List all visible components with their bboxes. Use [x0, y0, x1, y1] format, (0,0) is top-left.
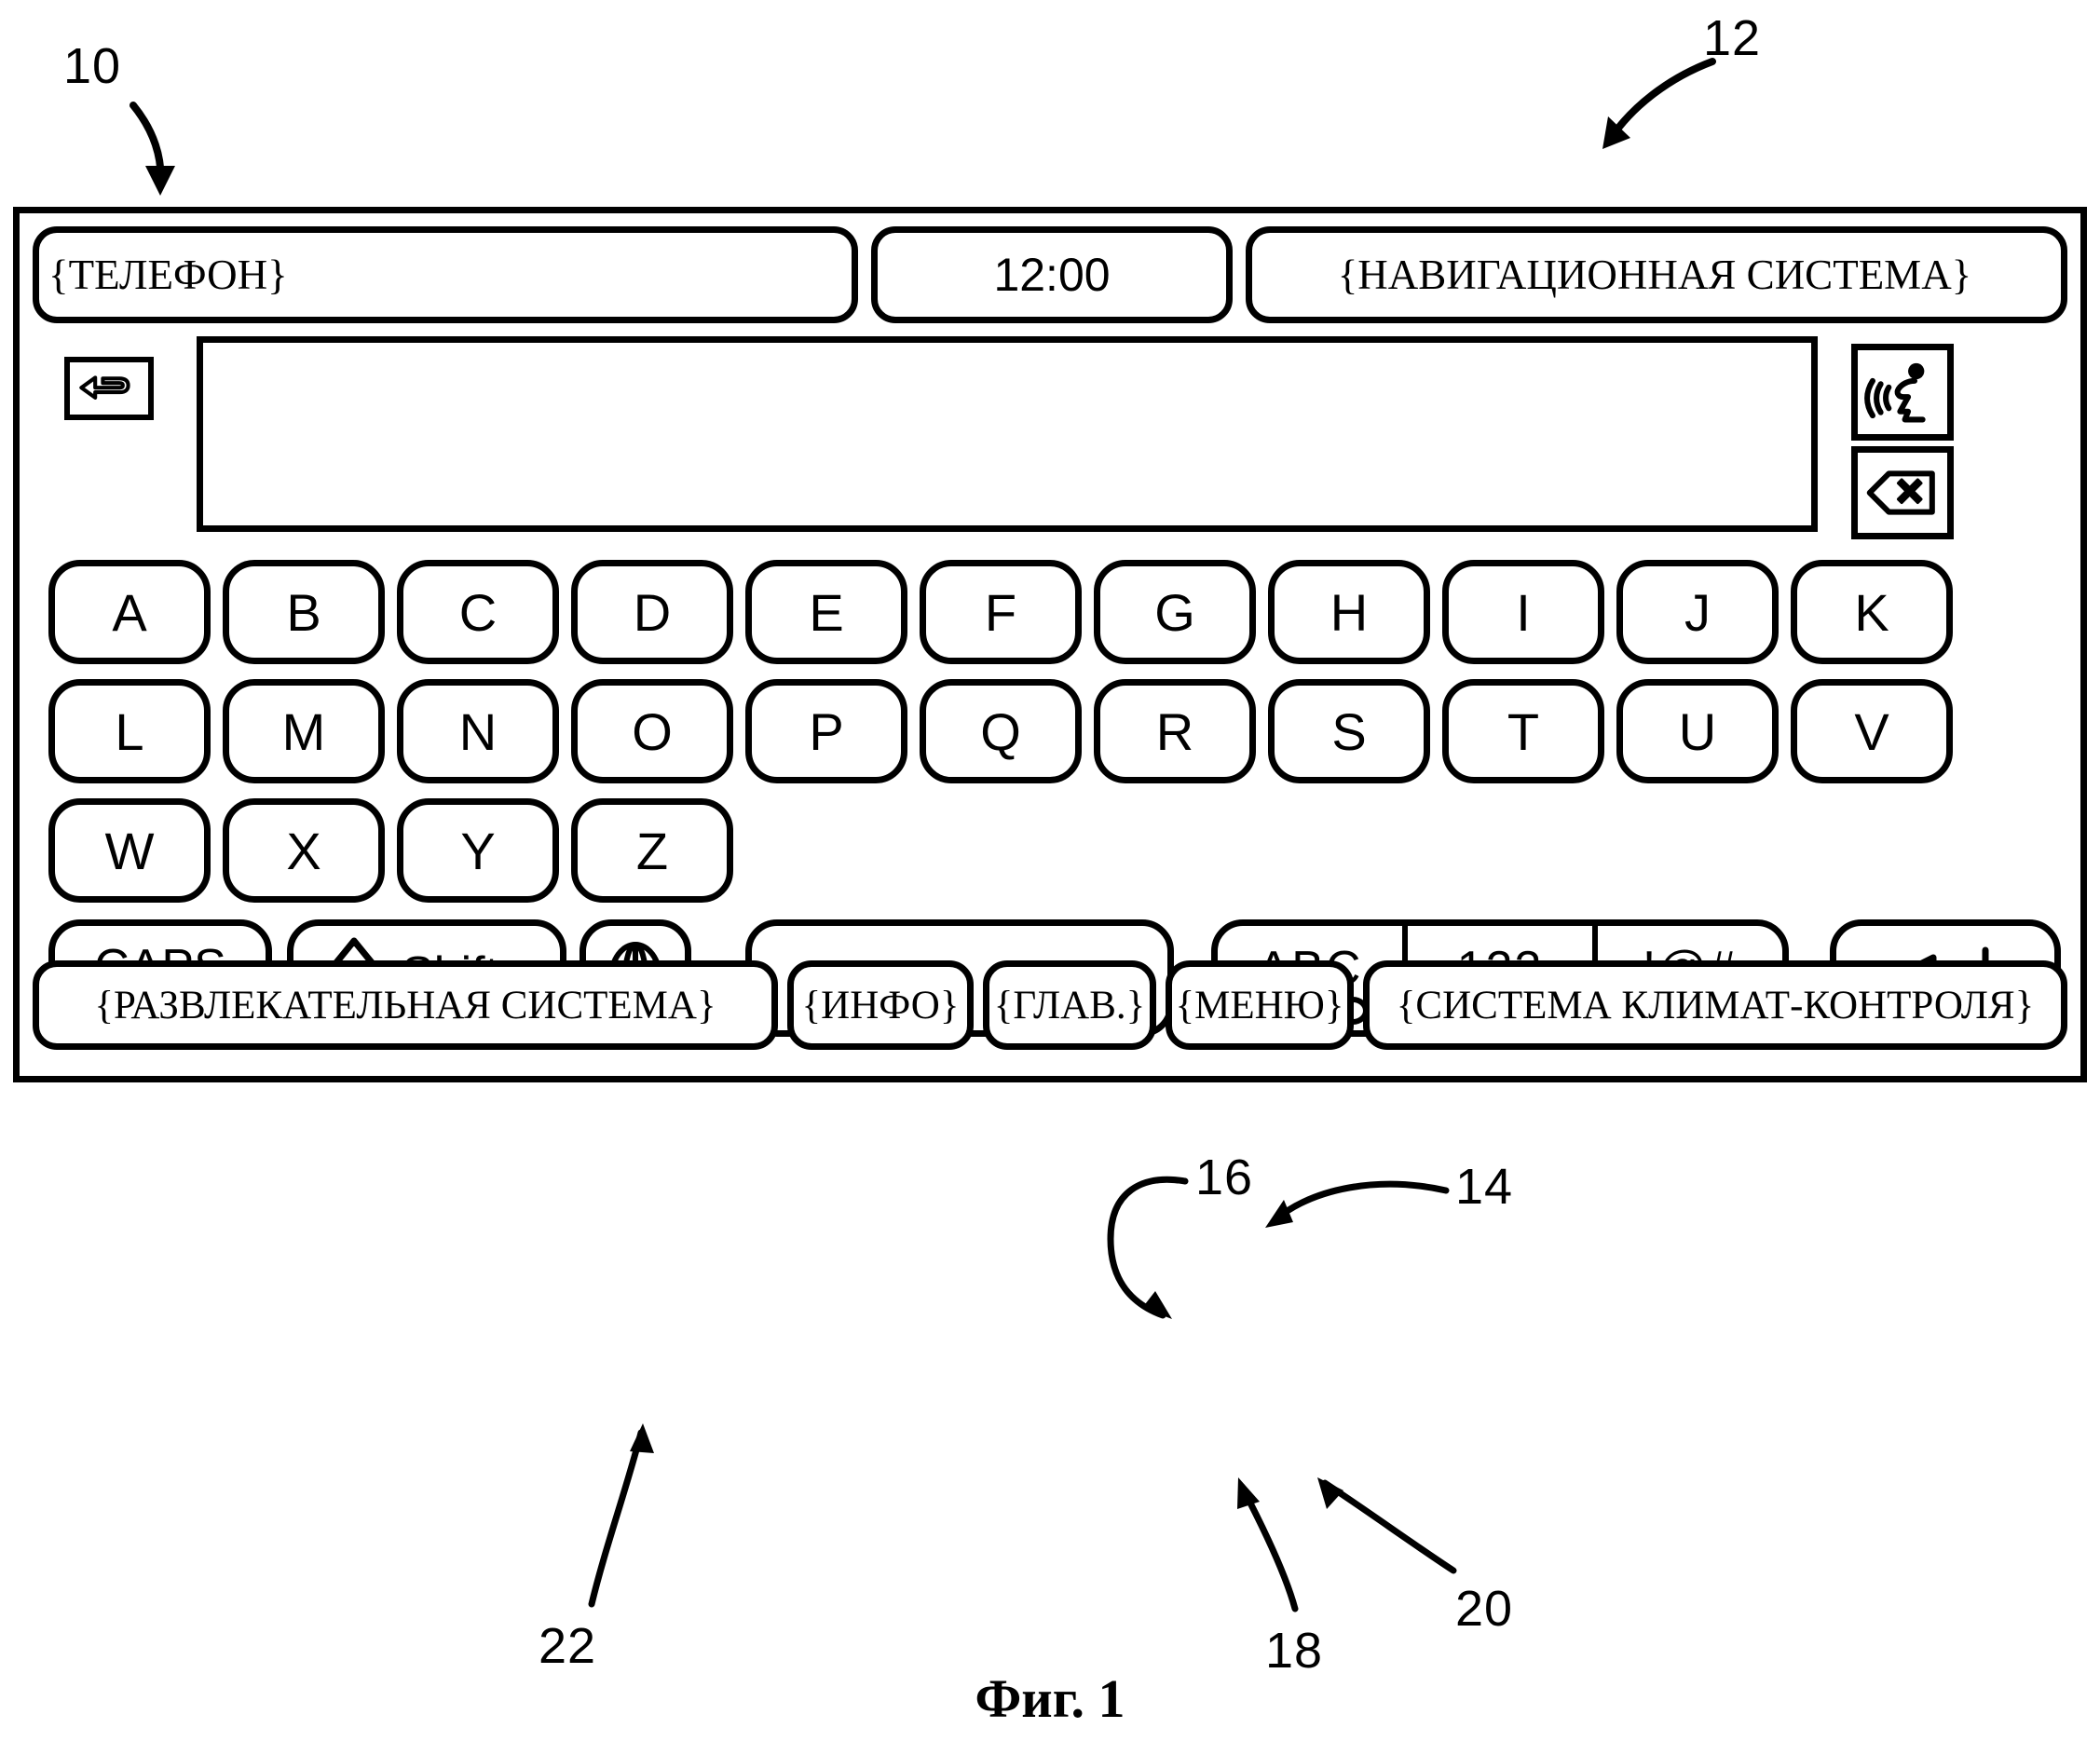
- tab-home[interactable]: {ГЛАВ.}: [983, 960, 1156, 1050]
- key-z[interactable]: Z: [571, 798, 733, 903]
- tab-phone-label: {ТЕЛЕФОН}: [48, 252, 288, 298]
- tab-menu[interactable]: {МЕНЮ}: [1166, 960, 1354, 1050]
- patent-figure: 10 12 16 14 22 18 20 {ТЕЛЕФОН} 12:00 {НА…: [0, 0, 2100, 1755]
- key-u[interactable]: U: [1616, 679, 1779, 783]
- key-i[interactable]: I: [1442, 560, 1604, 664]
- key-g[interactable]: G: [1094, 560, 1256, 664]
- tab-entertainment-system[interactable]: {РАЗВЛЕКАТЕЛЬНАЯ СИСТЕМА}: [33, 960, 778, 1050]
- key-t[interactable]: T: [1442, 679, 1604, 783]
- callout-14: 14: [1455, 1159, 1514, 1215]
- tab-entertainment-label: {РАЗВЛЕКАТЕЛЬНАЯ СИСТЕМА}: [94, 983, 716, 1027]
- key-e[interactable]: E: [745, 560, 907, 664]
- tab-navigation-label: {НАВИГАЦИОННАЯ СИСТЕМА}: [1337, 252, 1972, 298]
- key-l[interactable]: L: [48, 679, 211, 783]
- voice-input-icon: [1864, 362, 1926, 423]
- key-d[interactable]: D: [571, 560, 733, 664]
- key-k[interactable]: K: [1791, 560, 1953, 664]
- keyboard-row-2: L M N O P Q R S T U V: [48, 679, 1953, 783]
- key-b[interactable]: B: [223, 560, 385, 664]
- key-n[interactable]: N: [397, 679, 559, 783]
- tab-info-label: {ИНФО}: [801, 983, 960, 1027]
- key-j[interactable]: J: [1616, 560, 1779, 664]
- callout-16: 16: [1195, 1150, 1254, 1205]
- tab-climate-label: {СИСТЕМА КЛИМАТ-КОНТРОЛЯ}: [1396, 983, 2035, 1027]
- back-arrow-button[interactable]: [64, 357, 154, 420]
- key-x[interactable]: X: [223, 798, 385, 903]
- key-p[interactable]: P: [745, 679, 907, 783]
- clock-display: 12:00: [871, 226, 1233, 323]
- backspace-delete-icon: [1866, 470, 1935, 515]
- key-v[interactable]: V: [1791, 679, 1953, 783]
- key-r[interactable]: R: [1094, 679, 1256, 783]
- key-w[interactable]: W: [48, 798, 211, 903]
- key-h[interactable]: H: [1268, 560, 1430, 664]
- keyboard-row-3: W X Y Z: [48, 798, 733, 903]
- tab-menu-label: {МЕНЮ}: [1175, 983, 1344, 1027]
- backspace-delete-button[interactable]: [1851, 446, 1954, 539]
- key-f[interactable]: F: [920, 560, 1082, 664]
- top-status-bar: {ТЕЛЕФОН} 12:00 {НАВИГАЦИОННАЯ СИСТЕМА}: [33, 226, 2067, 323]
- tab-navigation-system[interactable]: {НАВИГАЦИОННАЯ СИСТЕМА}: [1246, 226, 2067, 323]
- bottom-tab-bar: {РАЗВЛЕКАТЕЛЬНАЯ СИСТЕМА} {ИНФО} {ГЛАВ.}…: [33, 960, 2067, 1050]
- tab-info[interactable]: {ИНФО}: [787, 960, 974, 1050]
- text-input-field[interactable]: [197, 336, 1818, 532]
- back-arrow-icon: [79, 375, 130, 400]
- key-c[interactable]: C: [397, 560, 559, 664]
- key-m[interactable]: M: [223, 679, 385, 783]
- tab-home-label: {ГЛАВ.}: [993, 983, 1146, 1027]
- text-entry-row: [64, 336, 2041, 539]
- key-a[interactable]: A: [48, 560, 211, 664]
- key-q[interactable]: Q: [920, 679, 1082, 783]
- callout-20: 20: [1455, 1581, 1514, 1637]
- voice-input-button[interactable]: [1851, 344, 1954, 441]
- head-unit-display: {ТЕЛЕФОН} 12:00 {НАВИГАЦИОННАЯ СИСТЕМА}: [13, 207, 2087, 1082]
- tab-climate-control-system[interactable]: {СИСТЕМА КЛИМАТ-КОНТРОЛЯ}: [1363, 960, 2067, 1050]
- key-o[interactable]: O: [571, 679, 733, 783]
- figure-caption: Фиг. 1: [975, 1668, 1125, 1729]
- callout-10: 10: [63, 38, 122, 94]
- tab-phone[interactable]: {ТЕЛЕФОН}: [33, 226, 858, 323]
- key-y[interactable]: Y: [397, 798, 559, 903]
- clock-value: 12:00: [993, 249, 1111, 301]
- callout-22: 22: [539, 1618, 597, 1674]
- keyboard-row-1: A B C D E F G H I J K: [48, 560, 1953, 664]
- callout-12: 12: [1703, 10, 1762, 66]
- key-s[interactable]: S: [1268, 679, 1430, 783]
